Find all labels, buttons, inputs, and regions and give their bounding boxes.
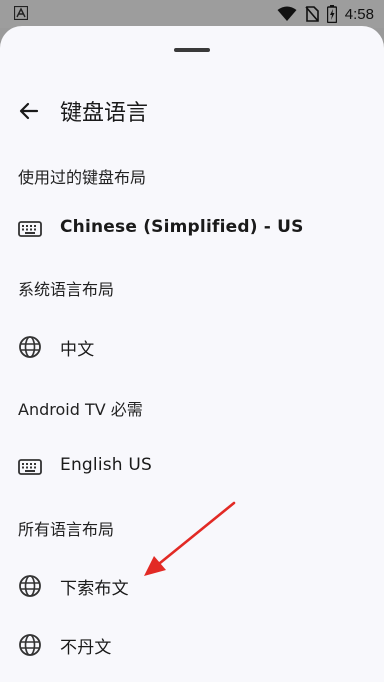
- globe-icon: [19, 336, 41, 358]
- list-item-label: 下索布文: [60, 579, 129, 599]
- keyboard-icon: [18, 221, 42, 237]
- drag-handle[interactable]: [174, 48, 210, 52]
- notification-a-icon: [14, 6, 28, 20]
- section-system-layouts: 系统语言布局: [18, 280, 115, 299]
- list-item-chinese[interactable]: 中文: [0, 326, 384, 366]
- page-title: 键盘语言: [60, 101, 149, 126]
- back-arrow-icon: [19, 102, 39, 120]
- list-item-label: English US: [60, 455, 153, 475]
- section-android-tv-required: Android TV 必需: [18, 400, 143, 419]
- globe-icon: [19, 634, 41, 656]
- no-sim-icon: [305, 6, 319, 22]
- bottom-sheet: 键盘语言 使用过的键盘布局 Chinese (Simplified) - US …: [0, 26, 384, 682]
- status-bar: 4:58: [0, 0, 384, 28]
- globe-icon: [19, 575, 41, 597]
- header: 键盘语言: [0, 94, 384, 128]
- battery-charging-icon: [326, 5, 337, 23]
- list-item-dzongkha[interactable]: 不丹文: [0, 624, 384, 664]
- wifi-icon: [277, 6, 297, 21]
- section-all-layouts: 所有语言布局: [18, 520, 115, 539]
- section-used-layouts: 使用过的键盘布局: [18, 168, 147, 187]
- list-item-label: 中文: [60, 340, 95, 360]
- list-item-label: Chinese (Simplified) - US: [60, 217, 304, 237]
- list-item-english-us[interactable]: English US: [0, 446, 384, 486]
- list-item-chinese-simplified-us[interactable]: Chinese (Simplified) - US: [0, 208, 384, 248]
- list-item-lower-sorbian[interactable]: 下索布文: [0, 565, 384, 605]
- status-time: 4:58: [344, 5, 374, 23]
- list-item-label: 不丹文: [60, 638, 112, 658]
- back-button[interactable]: [14, 96, 44, 126]
- keyboard-icon: [18, 459, 42, 475]
